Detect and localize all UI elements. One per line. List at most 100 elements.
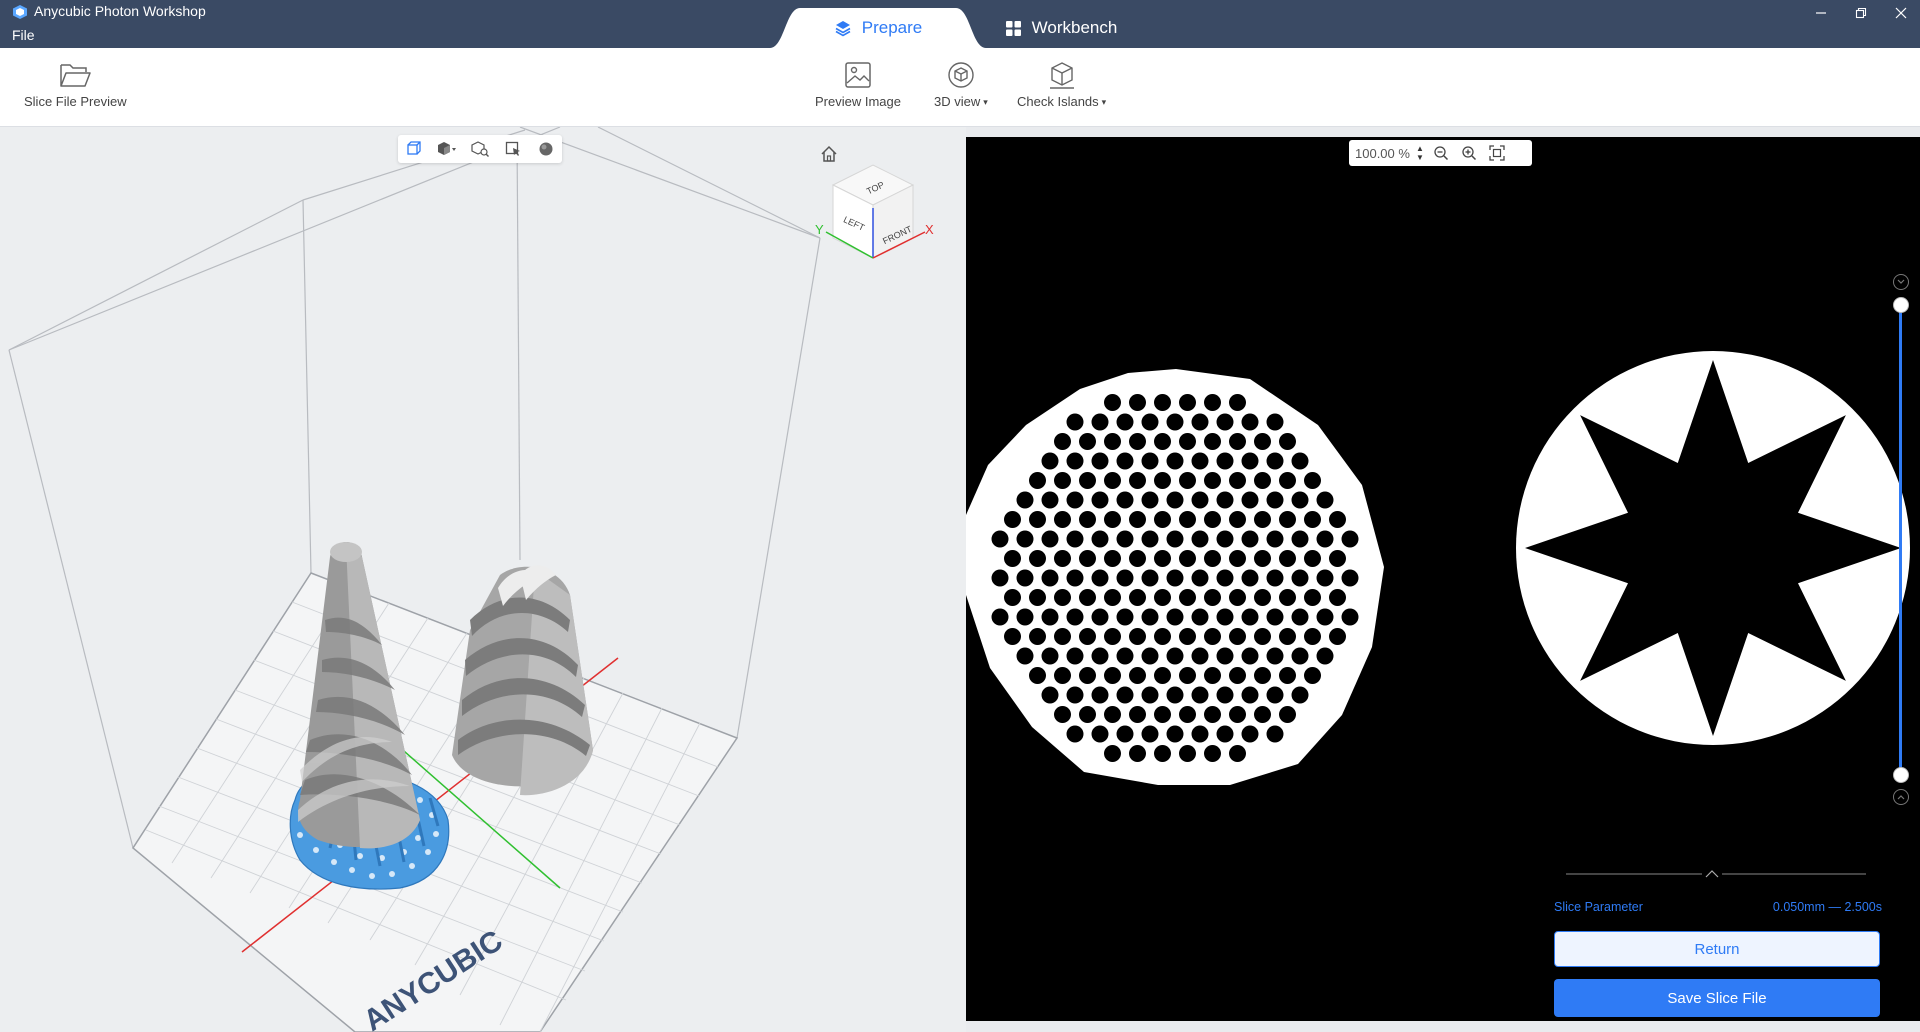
disc-hole (1129, 511, 1146, 528)
disc-hole (1241, 569, 1259, 587)
preview-image-button[interactable]: Preview Image (815, 60, 901, 109)
disc-hole (1316, 569, 1334, 587)
disc-hole (1191, 452, 1209, 470)
select-model-button[interactable] (468, 137, 492, 161)
tab-workbench[interactable]: Workbench (986, 8, 1136, 48)
check-islands-label: Check Islands (1017, 94, 1099, 109)
disc-hole (1291, 491, 1309, 509)
disc-hole (1229, 472, 1246, 489)
disc-hole (1279, 550, 1296, 567)
disc-hole (1154, 745, 1171, 762)
disc-hole (1291, 686, 1309, 704)
tab-prepare[interactable]: Prepare (770, 8, 986, 48)
box-select-button[interactable] (501, 137, 525, 161)
disc-hole (1229, 745, 1246, 762)
disc-hole (1154, 433, 1171, 450)
disc-hole (1166, 491, 1184, 509)
disc-hole (1266, 647, 1284, 665)
zoom-toolbar: 100.00 % ▲ ▼ (1349, 140, 1532, 166)
disc-hole (1266, 452, 1284, 470)
disc-hole (1204, 628, 1221, 645)
disc-hole (1054, 628, 1071, 645)
model-twisted-cone[interactable] (452, 565, 593, 796)
disc-hole (1166, 725, 1184, 743)
disc-hole (1179, 394, 1196, 411)
perspective-view-button[interactable] (402, 137, 426, 161)
file-menu[interactable]: File (12, 26, 35, 44)
disc-hole (1266, 530, 1284, 548)
save-slice-file-button[interactable]: Save Slice File (1554, 979, 1880, 1017)
check-islands-dropdown[interactable]: Check Islands ▾ (1017, 60, 1106, 109)
disc-hole (1216, 608, 1234, 626)
slice-file-preview-label: Slice File Preview (24, 94, 127, 109)
3d-scene[interactable]: ANYCUBIC TOP LEFT FRONT Y X (0, 127, 966, 1032)
shading-mode-button[interactable] (435, 137, 459, 161)
disc-hole (1291, 452, 1309, 470)
disc-hole (1116, 491, 1134, 509)
disc-hole (1229, 589, 1246, 606)
image-icon (845, 62, 871, 88)
disc-hole (1091, 452, 1109, 470)
layer-slider-track[interactable] (1899, 305, 1902, 775)
layer-slider-top-handle[interactable] (1893, 297, 1909, 313)
disc-hole (1229, 394, 1246, 411)
disc-hole (1141, 608, 1159, 626)
minimize-button[interactable] (1806, 2, 1836, 24)
zoom-value[interactable]: 100.00 % (1355, 146, 1413, 161)
disc-hole (1029, 550, 1046, 567)
spin-down-icon[interactable]: ▼ (1416, 153, 1424, 162)
disc-hole (1079, 511, 1096, 528)
slice-layer-image[interactable] (966, 137, 1920, 1021)
close-button[interactable] (1886, 2, 1916, 24)
restore-button[interactable] (1846, 2, 1876, 24)
spin-up-icon[interactable]: ▲ (1416, 144, 1424, 153)
disc-hole (1341, 530, 1359, 548)
fit-to-screen-button[interactable] (1483, 141, 1511, 165)
disc-hole (1179, 706, 1196, 723)
disc-hole (1191, 647, 1209, 665)
disc-hole (991, 569, 1009, 587)
layer-up-button[interactable] (1893, 274, 1909, 290)
disc-hole (1079, 706, 1096, 723)
view-cube[interactable]: TOP LEFT FRONT Y X (815, 164, 934, 259)
restore-icon (1855, 7, 1867, 19)
disc-hole (1291, 569, 1309, 587)
slice-preview-panel[interactable]: 100.00 % ▲ ▼ Slice Parameter 0.050mm — 2… (966, 137, 1920, 1021)
material-sphere-button[interactable] (534, 137, 558, 161)
disc-hole (1304, 667, 1321, 684)
layer-down-button[interactable] (1893, 789, 1909, 805)
disc-hole (1241, 452, 1259, 470)
disc-hole (1054, 550, 1071, 567)
disc-hole (1304, 511, 1321, 528)
return-button[interactable]: Return (1554, 931, 1880, 967)
disc-hole (1004, 550, 1021, 567)
close-icon (1895, 7, 1907, 19)
disc-hole (1229, 628, 1246, 645)
3d-viewport[interactable]: ANYCUBIC TOP LEFT FRONT Y X (0, 127, 966, 1032)
3d-view-dropdown[interactable]: 3D view ▾ (934, 60, 988, 109)
zoom-in-button[interactable] (1455, 141, 1483, 165)
disc-hole (1091, 413, 1109, 431)
zoom-spinner[interactable]: ▲ ▼ (1413, 144, 1427, 162)
disc-hole (1241, 608, 1259, 626)
disc-hole (1041, 491, 1059, 509)
panel-collapse-divider[interactable] (1566, 868, 1866, 880)
disc-hole (1079, 433, 1096, 450)
disc-hole (1141, 647, 1159, 665)
disc-hole (1241, 725, 1259, 743)
disc-hole (1016, 647, 1034, 665)
zoom-in-icon (1462, 146, 1477, 161)
zoom-out-button[interactable] (1427, 141, 1455, 165)
home-view-button[interactable] (818, 143, 840, 165)
disc-hole (1016, 491, 1034, 509)
disc-hole (1141, 452, 1159, 470)
layer-slider-bottom-handle[interactable] (1893, 767, 1909, 783)
disc-hole (1066, 491, 1084, 509)
disc-hole (1116, 452, 1134, 470)
disc-hole (1316, 530, 1334, 548)
folder-open-icon (60, 64, 92, 87)
disc-hole (1191, 491, 1209, 509)
disc-hole (1066, 608, 1084, 626)
disc-hole (1129, 550, 1146, 567)
slice-file-preview-button[interactable]: Slice File Preview (24, 60, 127, 109)
